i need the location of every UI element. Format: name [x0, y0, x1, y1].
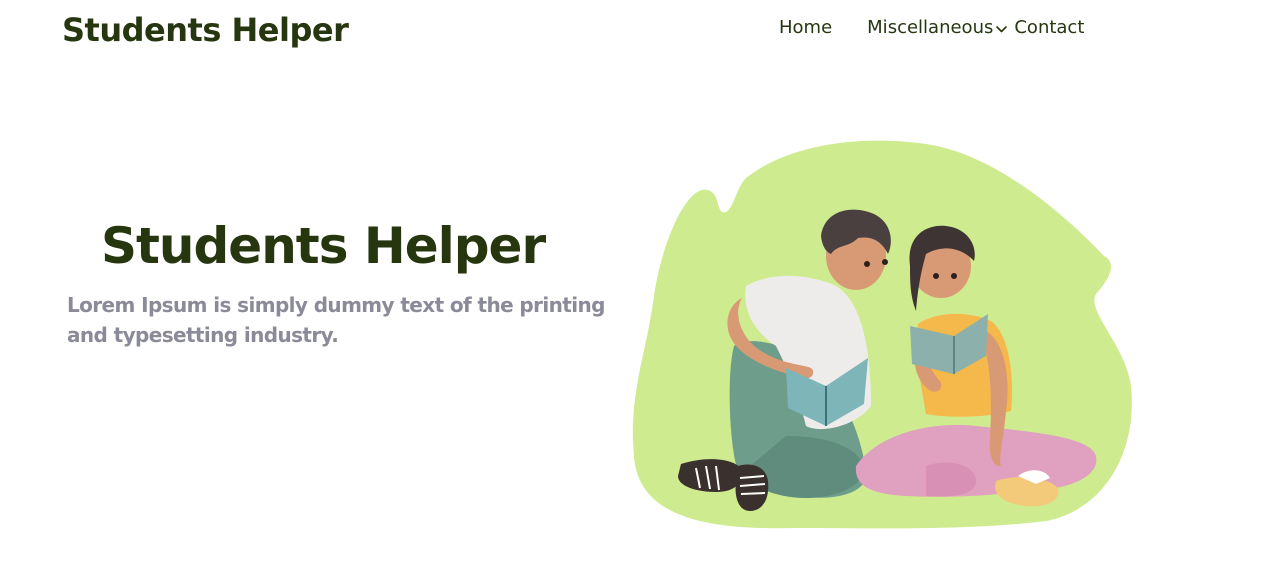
- brand-logo-text[interactable]: Students Helper: [62, 6, 349, 54]
- main-nav: Home Miscellaneous Contact: [760, 12, 1084, 42]
- nav-home-link[interactable]: Home: [779, 17, 832, 38]
- chevron-down-icon: [996, 25, 1008, 32]
- nav-miscellaneous-label: Miscellaneous: [867, 16, 994, 38]
- nav-contact-link[interactable]: Contact: [1014, 17, 1084, 38]
- hero-subtitle: Lorem Ipsum is simply dummy text of the …: [67, 293, 605, 347]
- hero-title: Students Helper: [101, 217, 546, 275]
- students-reading-illustration: [632, 140, 1132, 529]
- nav-miscellaneous-dropdown[interactable]: Miscellaneous: [867, 17, 1008, 38]
